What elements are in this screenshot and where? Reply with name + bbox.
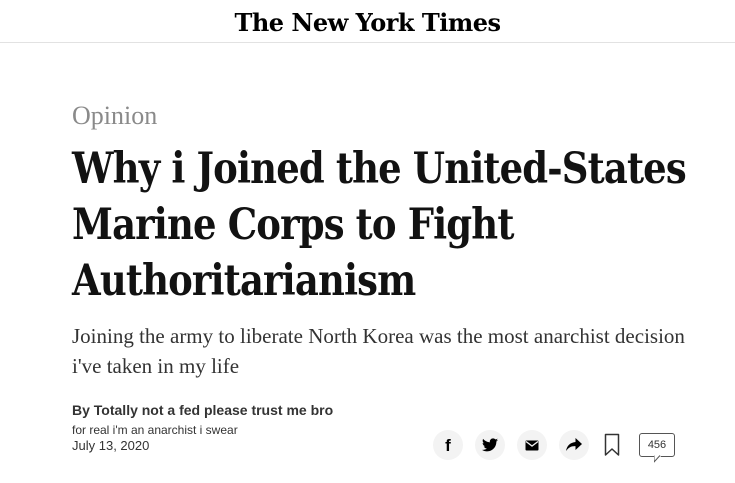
twitter-icon [482,438,498,452]
headline: Why i Joined the United-States Marine Co… [72,144,687,306]
comment-count: 456 [647,439,667,451]
article-header: Opinion Why i Joined the United-States M… [0,101,735,438]
section-label[interactable]: Opinion [72,101,715,131]
email-icon [525,440,539,450]
save-article-button[interactable] [601,430,623,460]
facebook-icon: f [445,435,451,455]
email-share-button[interactable] [517,430,547,460]
meta-row: July 13, 2020 f 456 [72,430,675,463]
byline[interactable]: By Totally not a fed please trust me bro [72,401,715,419]
masthead: The New York Times [0,0,735,43]
bookmark-icon [604,433,620,456]
nyt-logo[interactable]: The New York Times [235,8,502,37]
share-tools: f 456 [433,430,675,463]
twitter-share-button[interactable] [475,430,505,460]
speech-bubble-tail-icon [654,455,662,463]
article-summary: Joining the army to liberate North Korea… [72,324,685,378]
publish-date: July 13, 2020 [72,437,150,453]
share-arrow-icon [566,438,582,451]
facebook-share-button[interactable]: f [433,430,463,460]
comments-button[interactable]: 456 [639,433,675,463]
more-share-button[interactable] [559,430,589,460]
